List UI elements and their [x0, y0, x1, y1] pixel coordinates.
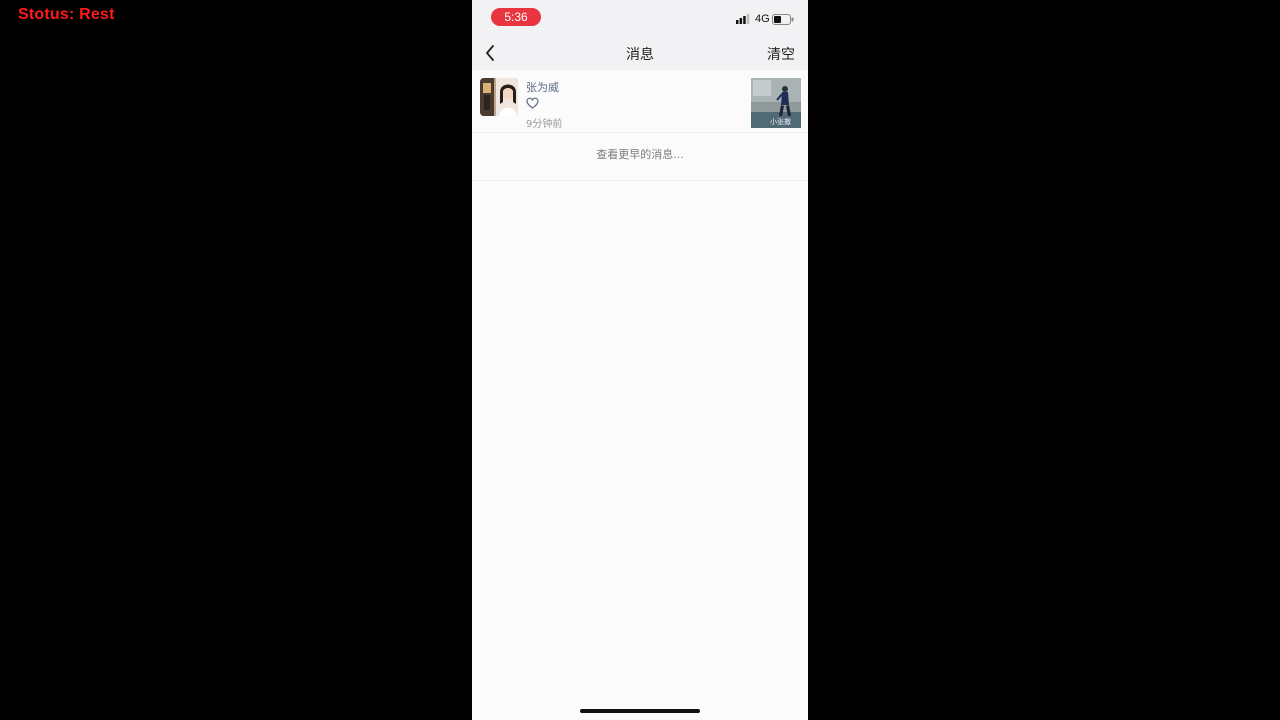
status-time: 5:36: [491, 8, 541, 26]
phone-screen: 5:36 4G 消息 清空 张为威 9分钟前 小张撒 查看更早的消息...: [472, 0, 808, 720]
heart-outline-icon: [526, 97, 539, 109]
status-bar: 5:36 4G: [472, 0, 808, 36]
avatar[interactable]: [480, 78, 518, 116]
nav-bar: 消息 清空: [472, 36, 808, 70]
battery-icon: [772, 14, 794, 25]
home-indicator[interactable]: [580, 709, 700, 713]
signal-icon: [736, 14, 750, 24]
page-title: 消息: [626, 47, 654, 63]
post-thumbnail[interactable]: 小张撒: [751, 78, 801, 128]
sender-name[interactable]: 张为威: [526, 79, 559, 95]
message-time: 9分钟前: [526, 119, 563, 130]
overlay-status-text: Stotus: Rest: [18, 6, 115, 23]
message-list-item[interactable]: 张为威 9分钟前 小张撒: [472, 70, 808, 133]
avatar-image: [480, 78, 518, 116]
view-earlier-messages-link[interactable]: 查看更早的消息...: [472, 132, 808, 181]
thumbnail-caption: 小张撒: [770, 118, 791, 126]
network-type: 4G: [755, 13, 770, 25]
clear-button[interactable]: 清空: [767, 44, 795, 64]
